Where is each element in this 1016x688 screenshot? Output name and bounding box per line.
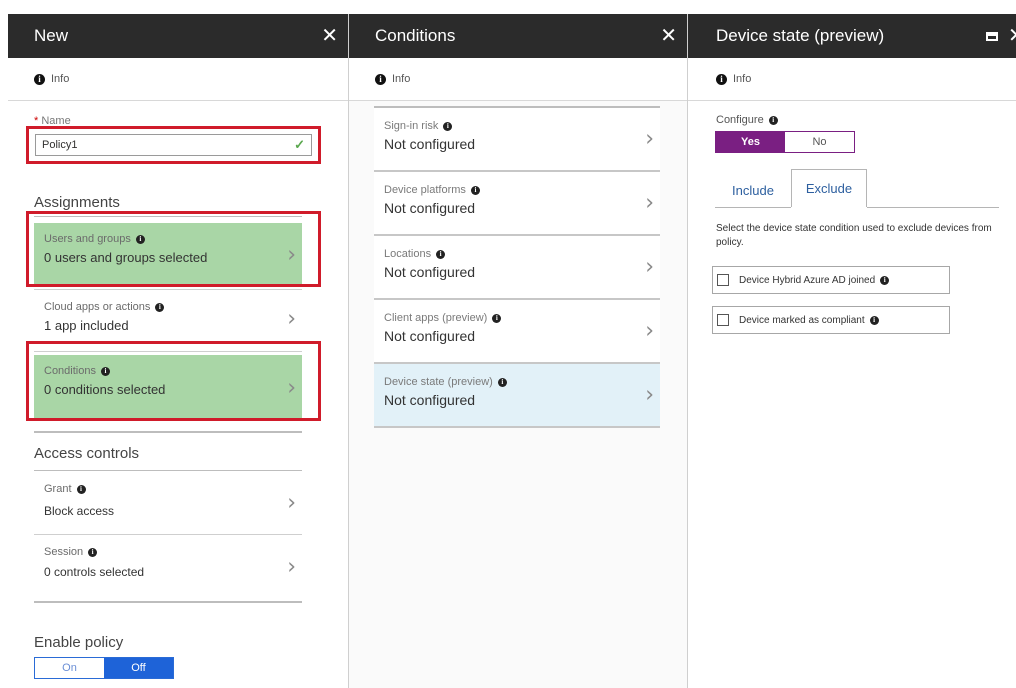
grant-item[interactable]: Grant i Block access › [34, 473, 302, 533]
configure-toggle[interactable]: Yes No [715, 131, 855, 153]
condition-device-state[interactable]: Device state (preview) i Not configured › [374, 364, 660, 428]
compliant-checkbox-row[interactable]: Device marked as compliant i [712, 306, 950, 334]
info-row[interactable]: i Info [349, 58, 687, 101]
hybrid-joined-checkbox-row[interactable]: Device Hybrid Azure AD joined i [712, 266, 950, 294]
close-icon[interactable]: ✕ [660, 26, 677, 46]
hybrid-joined-label: Device Hybrid Azure AD joined [739, 274, 876, 286]
cloud-title: Cloud apps or actions [44, 301, 151, 313]
condition-client-apps[interactable]: Client apps (preview) i Not configured › [374, 300, 660, 364]
name-highlight-box: Policy1 ✓ [26, 126, 321, 164]
blade-title: New [34, 26, 69, 45]
session-title: Session [44, 546, 84, 558]
toggle-on-option[interactable]: On [35, 658, 104, 678]
info-row[interactable]: i Info [8, 58, 348, 101]
device-state-blade: Device state (preview) ✕ i Info Configur… [688, 14, 1016, 688]
info-icon: i [470, 185, 480, 195]
condition-title: Locations [384, 248, 432, 260]
name-input[interactable]: Policy1 ✓ [35, 134, 312, 156]
blade-title: Device state (preview) [716, 26, 885, 45]
info-icon: i [436, 249, 446, 259]
condition-value: Not configured [384, 328, 476, 344]
info-row[interactable]: i Info [688, 58, 1016, 101]
chevron-right-icon: › [645, 382, 654, 408]
info-icon: i [497, 377, 507, 387]
close-icon[interactable]: ✕ [321, 26, 338, 46]
chevron-right-icon: › [645, 254, 654, 280]
condition-title: Client apps (preview) [384, 312, 488, 324]
grant-title: Grant [44, 483, 72, 495]
blade-title: Conditions [375, 26, 456, 45]
cloud-apps-item[interactable]: Cloud apps or actions i 1 app included › [34, 291, 302, 347]
chevron-right-icon: › [287, 554, 296, 580]
info-icon: i [880, 275, 890, 285]
divider [34, 534, 302, 535]
access-controls-heading: Access controls [34, 445, 140, 462]
condition-value: Not configured [384, 392, 476, 408]
condition-sign-in-risk[interactable]: Sign-in risk i Not configured › [374, 108, 660, 172]
chevron-right-icon: › [645, 190, 654, 216]
session-item[interactable]: Session i 0 controls selected › [34, 536, 302, 598]
grant-value: Block access [44, 504, 115, 518]
condition-title: Sign-in risk [384, 120, 439, 132]
tab-include[interactable]: Include [715, 173, 791, 207]
info-label: Info [51, 73, 70, 85]
cloud-value: 1 app included [44, 318, 129, 333]
compliant-checkbox[interactable] [717, 314, 729, 326]
users-highlight-box [26, 211, 321, 287]
condition-title: Device platforms [384, 184, 466, 196]
condition-title: Device state (preview) [384, 376, 493, 388]
info-label: Info [733, 73, 752, 85]
name-input-value: Policy1 [42, 139, 78, 151]
tab-underline [867, 207, 999, 208]
info-icon: i [76, 484, 86, 494]
info-icon: i [443, 121, 453, 131]
info-icon: i [34, 73, 45, 85]
assignments-heading: Assignments [34, 194, 120, 211]
info-icon: i [375, 73, 386, 85]
blade-header: Device state (preview) ✕ [688, 14, 1016, 58]
configure-label-text: Configure [716, 114, 764, 126]
divider [34, 289, 302, 290]
session-value: 0 controls selected [44, 565, 145, 579]
condition-device-platforms[interactable]: Device platforms i Not configured › [374, 172, 660, 236]
condition-locations[interactable]: Locations i Not configured › [374, 236, 660, 300]
info-icon: i [768, 115, 778, 125]
condition-value: Not configured [384, 264, 476, 280]
chevron-right-icon: › [287, 490, 296, 516]
tab-exclude[interactable]: Exclude [791, 169, 867, 207]
maximize-icon[interactable] [986, 31, 998, 41]
compliant-label: Device marked as compliant [739, 314, 865, 326]
configure-label: Configure i [716, 114, 778, 126]
configure-no-option[interactable]: No [785, 132, 854, 152]
info-icon: i [716, 73, 727, 85]
conditions-blade: Conditions ✕ i Info Sign-in risk i Not co… [349, 14, 688, 688]
chevron-right-icon: › [645, 318, 654, 344]
condition-value: Not configured [384, 136, 476, 152]
hybrid-joined-checkbox[interactable] [717, 274, 729, 286]
close-icon[interactable]: ✕ [1008, 26, 1016, 46]
condition-value: Not configured [384, 200, 476, 216]
chevron-right-icon: › [287, 306, 296, 332]
conditions-list: Sign-in risk i Not configured › Device pl… [374, 106, 660, 428]
include-exclude-tabs: Include Exclude [715, 169, 867, 207]
chevron-right-icon: › [645, 126, 654, 152]
access-controls-group: Grant i Block access › Session i 0 control… [34, 470, 302, 603]
info-icon: i [492, 313, 502, 323]
info-label: Info [392, 73, 411, 85]
blade-header: New ✕ [8, 14, 348, 58]
enable-policy-toggle[interactable]: On Off [34, 657, 174, 679]
info-icon: i [869, 315, 879, 325]
enable-policy-heading: Enable policy [34, 634, 124, 651]
conditions-highlight-box [26, 341, 321, 421]
toggle-off-option[interactable]: Off [104, 658, 173, 678]
checkmark-icon: ✓ [294, 137, 305, 152]
info-icon: i [88, 547, 98, 557]
configure-yes-option[interactable]: Yes [716, 132, 785, 152]
device-state-description: Select the device state condition used t… [716, 223, 992, 248]
new-policy-blade: New ✕ i Info * Name Policy1 ✓ Assignment… [8, 14, 349, 688]
tab-underline [715, 207, 791, 208]
blade-header: Conditions ✕ [349, 14, 687, 58]
info-icon: i [155, 302, 165, 312]
